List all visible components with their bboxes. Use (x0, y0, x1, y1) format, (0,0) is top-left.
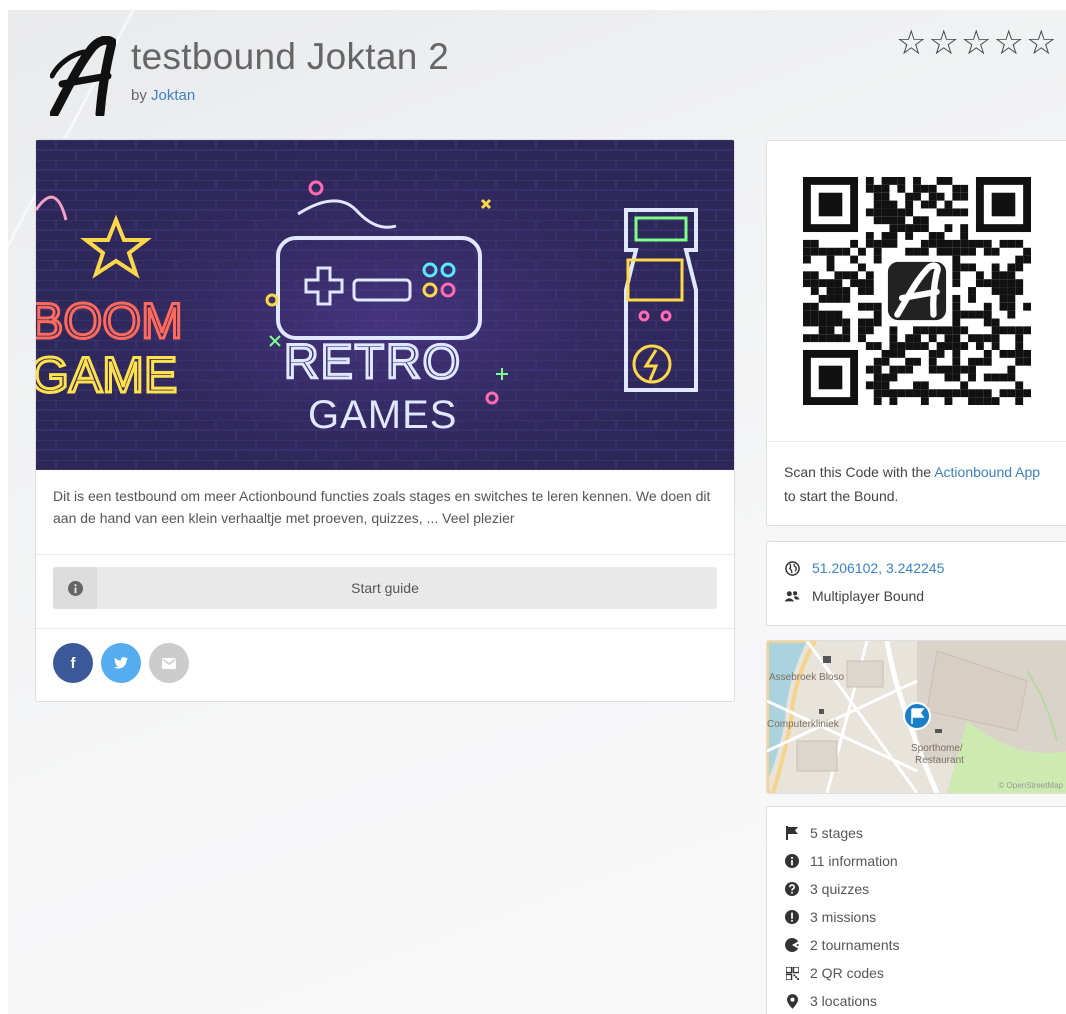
qr-card: Scan this Code with the Actionbound App … (766, 140, 1066, 526)
stat-qr-codes: 2 QR codes (784, 965, 884, 981)
qr-text-before: Scan this Code with the (784, 464, 935, 480)
hero-retro-text: RETRO (284, 336, 462, 389)
stat-information: 11 information (784, 853, 898, 869)
stat-quizzes: 3 quizzes (784, 881, 869, 897)
globe-icon (784, 560, 800, 576)
start-guide-label: Start guide (351, 580, 419, 596)
map-label-assebroek: Assebroek Bloso (769, 672, 844, 683)
envelope-icon (162, 657, 176, 669)
map-label-restaurant: Restaurant (915, 755, 964, 766)
stat-label: 3 locations (810, 993, 877, 1009)
qr-code (803, 177, 1031, 405)
map-label-sporthome: Sporthome/ (911, 743, 963, 754)
qrcode-icon (784, 966, 800, 980)
byline: by Joktan (131, 87, 195, 104)
stat-label: 5 stages (810, 825, 863, 841)
map-marker-icon (784, 993, 800, 1009)
email-share-button[interactable] (149, 643, 189, 683)
author-link[interactable]: Joktan (151, 87, 195, 104)
twitter-icon (114, 657, 128, 669)
hero-boom-text: BOOM (36, 293, 183, 349)
twitter-share-button[interactable] (101, 643, 141, 683)
hero-image: BOOM GAME RETRO GAMES (36, 140, 734, 470)
map-card[interactable]: Assebroek Bloso Computerkliniek Sporthom… (766, 640, 1066, 794)
star-icon[interactable]: ☆ (1026, 26, 1056, 60)
star-icon[interactable]: ☆ (928, 26, 958, 60)
stats-card: 5 stages 11 information 3 quizzes 3 miss… (766, 806, 1066, 1014)
stat-label: 3 missions (810, 909, 877, 925)
star-icon[interactable]: ☆ (896, 26, 926, 60)
qr-text-after: to start the Bound. (784, 488, 899, 504)
facebook-icon: f (70, 654, 76, 672)
stat-label: 2 QR codes (810, 965, 884, 981)
by-label: by (131, 87, 147, 104)
stat-label: 2 tournaments (810, 937, 900, 953)
flag-icon (784, 826, 800, 840)
stat-label: 3 quizzes (810, 881, 870, 897)
stat-stages: 5 stages (784, 825, 863, 841)
pacman-icon (784, 938, 800, 952)
actionbound-app-link[interactable]: Actionbound App (934, 464, 1040, 480)
page: testbound Joktan 2 by Joktan ☆ ☆ ☆ ☆ ☆ B… (8, 10, 1066, 1014)
bound-card: BOOM GAME RETRO GAMES Dit is een testbou… (35, 139, 735, 702)
hero-game-text: GAME (36, 347, 177, 403)
map[interactable]: Assebroek Bloso Computerkliniek Sporthom… (767, 641, 1066, 793)
qr-instructions: Scan this Code with the Actionbound App … (784, 460, 1054, 508)
start-guide-button[interactable]: Start guide (53, 567, 717, 609)
coordinates-row: 51.206102, 3.242245 (784, 560, 944, 576)
bound-description: Dit is een testbound om meer Actionbound… (53, 488, 711, 526)
stat-tournaments: 2 tournaments (784, 937, 900, 953)
exclamation-icon (784, 910, 800, 924)
star-icon[interactable]: ☆ (961, 26, 991, 60)
rating-stars[interactable]: ☆ ☆ ☆ ☆ ☆ (896, 26, 1056, 60)
info-icon (53, 567, 97, 609)
divider (767, 441, 1066, 442)
map-label-computerkliniek: Computerkliniek (767, 719, 840, 730)
map-attribution: © OpenStreetMap (998, 781, 1063, 790)
stat-locations: 3 locations (784, 993, 877, 1009)
multiplayer-row: Multiplayer Bound (784, 588, 924, 604)
hero-games-text: GAMES (308, 393, 457, 437)
stat-missions: 3 missions (784, 909, 876, 925)
stat-label: 11 information (810, 853, 898, 869)
actionbound-logo[interactable] (50, 36, 116, 116)
divider (36, 554, 734, 555)
map-marker-icon[interactable] (903, 702, 931, 730)
question-icon (784, 882, 800, 896)
location-card: 51.206102, 3.242245 Multiplayer Bound (766, 541, 1066, 626)
info-icon (784, 854, 800, 868)
divider (36, 628, 734, 629)
users-icon (784, 590, 800, 602)
coordinates-link[interactable]: 51.206102, 3.242245 (812, 560, 944, 576)
star-icon[interactable]: ☆ (993, 26, 1023, 60)
bound-title: testbound Joktan 2 (131, 36, 450, 77)
facebook-share-button[interactable]: f (53, 643, 93, 683)
multiplayer-label: Multiplayer Bound (812, 588, 925, 604)
